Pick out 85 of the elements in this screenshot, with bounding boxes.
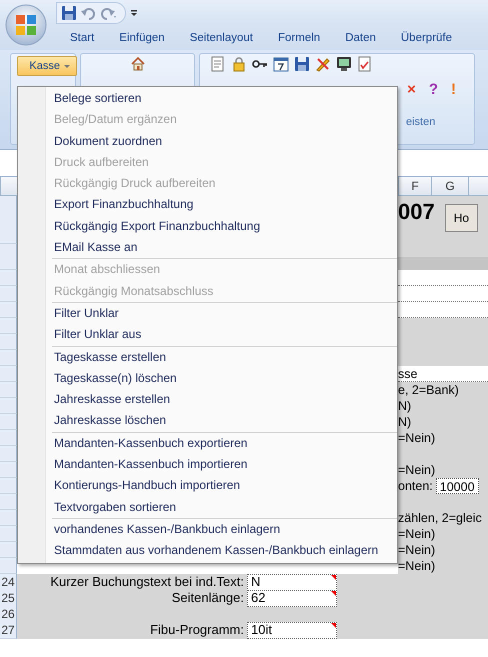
row-header[interactable] bbox=[0, 510, 17, 526]
menu-item[interactable]: Filter Unklar bbox=[18, 302, 397, 324]
menu-item[interactable]: Belege sortieren bbox=[18, 88, 397, 110]
cell-text: N) bbox=[398, 398, 488, 414]
row-header[interactable] bbox=[0, 318, 17, 334]
office-logo-icon[interactable] bbox=[5, 4, 47, 46]
group-label: eisten bbox=[406, 116, 436, 128]
row-number: 27 bbox=[0, 622, 17, 639]
column-header[interactable]: G bbox=[431, 177, 468, 195]
save-icon[interactable] bbox=[61, 5, 77, 21]
checklist-icon[interactable] bbox=[357, 56, 373, 72]
ribbon-tab[interactable]: Daten bbox=[345, 32, 376, 44]
calendar-icon[interactable] bbox=[273, 56, 289, 72]
form-field[interactable]: 10it bbox=[247, 622, 337, 639]
form-label: Kurzer Buchungstext bei ind.Text: bbox=[17, 574, 247, 591]
menu-item[interactable]: Export Finanzbuchhaltung bbox=[18, 194, 397, 216]
customize-caret-icon[interactable] bbox=[130, 7, 138, 19]
ribbon-tab[interactable]: Start bbox=[70, 32, 94, 44]
row-header[interactable] bbox=[0, 494, 17, 510]
padlock-icon[interactable] bbox=[231, 56, 247, 72]
row-header[interactable] bbox=[0, 302, 17, 318]
menu-item[interactable]: Filter Unklar aus bbox=[18, 324, 397, 346]
row-header[interactable] bbox=[0, 478, 17, 494]
row-header[interactable] bbox=[0, 244, 17, 270]
toolbar-symbol[interactable]: ? bbox=[428, 82, 438, 98]
menu-item[interactable]: Kontierungs-Handbuch importieren bbox=[18, 475, 397, 497]
menu-item[interactable]: Rückgängig Export Finanzbuchhaltung bbox=[18, 216, 397, 238]
form-label: Seitenlänge: bbox=[17, 590, 247, 607]
row-header[interactable] bbox=[0, 414, 17, 430]
ribbon-tab[interactable]: Einfügen bbox=[119, 32, 165, 44]
row-header[interactable] bbox=[0, 350, 17, 366]
row-header[interactable] bbox=[0, 334, 17, 350]
row-header[interactable] bbox=[0, 542, 17, 558]
monitor-icon[interactable] bbox=[336, 56, 352, 72]
cell-text: =Nein) bbox=[398, 558, 488, 574]
menu-item[interactable]: Mandanten-Kassenbuch exportieren bbox=[18, 432, 397, 454]
row-header[interactable] bbox=[0, 382, 17, 398]
ribbon-tab[interactable]: Seitenlayout bbox=[190, 32, 253, 44]
sheet-title: 007 bbox=[398, 200, 435, 224]
ribbon-tab[interactable]: Überprüfe bbox=[400, 32, 452, 44]
cell-text: =Nein) bbox=[398, 462, 488, 478]
row-number: 24 bbox=[0, 574, 17, 591]
menu-item[interactable]: Mandanten-Kassenbuch importieren bbox=[18, 454, 397, 476]
cell-text: onten: bbox=[398, 478, 433, 494]
menu-item[interactable]: EMail Kasse an bbox=[18, 237, 397, 258]
pencil-icon[interactable] bbox=[315, 56, 331, 72]
dropdown-caret-icon[interactable] bbox=[64, 64, 70, 68]
redo-icon[interactable] bbox=[100, 5, 117, 21]
kasse-menu-button[interactable]: Kasse bbox=[17, 56, 77, 76]
row-header[interactable] bbox=[0, 526, 17, 542]
cell-text: N) bbox=[398, 414, 488, 430]
cell-text: zählen, 2=gleic bbox=[398, 510, 488, 526]
row-header[interactable] bbox=[0, 196, 17, 244]
house-icon[interactable] bbox=[130, 56, 146, 72]
row-header[interactable] bbox=[0, 446, 17, 462]
menu-item[interactable]: vorhandenes Kassen-/Bankbuch einlagern bbox=[18, 518, 397, 540]
undo-icon[interactable] bbox=[80, 5, 97, 21]
toolbar-symbol[interactable]: × bbox=[407, 82, 416, 98]
row-header[interactable] bbox=[0, 366, 17, 382]
menu-item[interactable]: Tageskasse erstellen bbox=[18, 346, 397, 368]
menu-item[interactable]: Jahreskasse erstellen bbox=[18, 389, 397, 410]
row-number: 25 bbox=[0, 590, 17, 607]
form-field[interactable]: 62 bbox=[247, 590, 337, 607]
menu-item[interactable]: Stammdaten aus vorhandenem Kassen-/Bankbuch einlagern bbox=[18, 540, 397, 562]
row-header[interactable] bbox=[0, 462, 17, 478]
cell-text: =Nein) bbox=[398, 542, 488, 558]
menu-item[interactable]: Dokument zuordnen bbox=[18, 130, 397, 152]
input-field[interactable]: 10000 bbox=[436, 478, 479, 494]
menu-item[interactable]: Tageskasse(n) löschen bbox=[18, 368, 397, 390]
cell-text: =Nein) bbox=[398, 526, 488, 542]
form-label: Fibu-Programm: bbox=[17, 622, 247, 639]
menu-item[interactable]: Textvorgaben sortieren bbox=[18, 496, 397, 518]
row-number: 26 bbox=[0, 606, 17, 623]
form-field[interactable]: N bbox=[247, 574, 337, 591]
cell-text: e, 2=Bank) bbox=[398, 382, 488, 398]
document-icon[interactable] bbox=[210, 56, 226, 72]
ribbon-tab[interactable]: Formeln bbox=[278, 32, 320, 44]
cell-text: =Nein) bbox=[398, 430, 488, 446]
sheet-button[interactable]: Ho bbox=[444, 204, 478, 232]
row-header[interactable] bbox=[0, 286, 17, 302]
row-header[interactable] bbox=[0, 398, 17, 414]
row-header[interactable] bbox=[0, 558, 17, 574]
row-header[interactable] bbox=[0, 270, 17, 286]
row-header[interactable] bbox=[0, 430, 17, 446]
menu-item[interactable]: Jahreskasse löschen bbox=[18, 410, 397, 432]
